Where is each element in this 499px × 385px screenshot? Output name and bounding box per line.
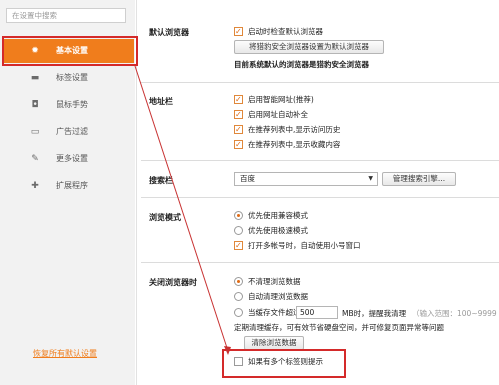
annotation-arrow bbox=[134, 65, 231, 355]
